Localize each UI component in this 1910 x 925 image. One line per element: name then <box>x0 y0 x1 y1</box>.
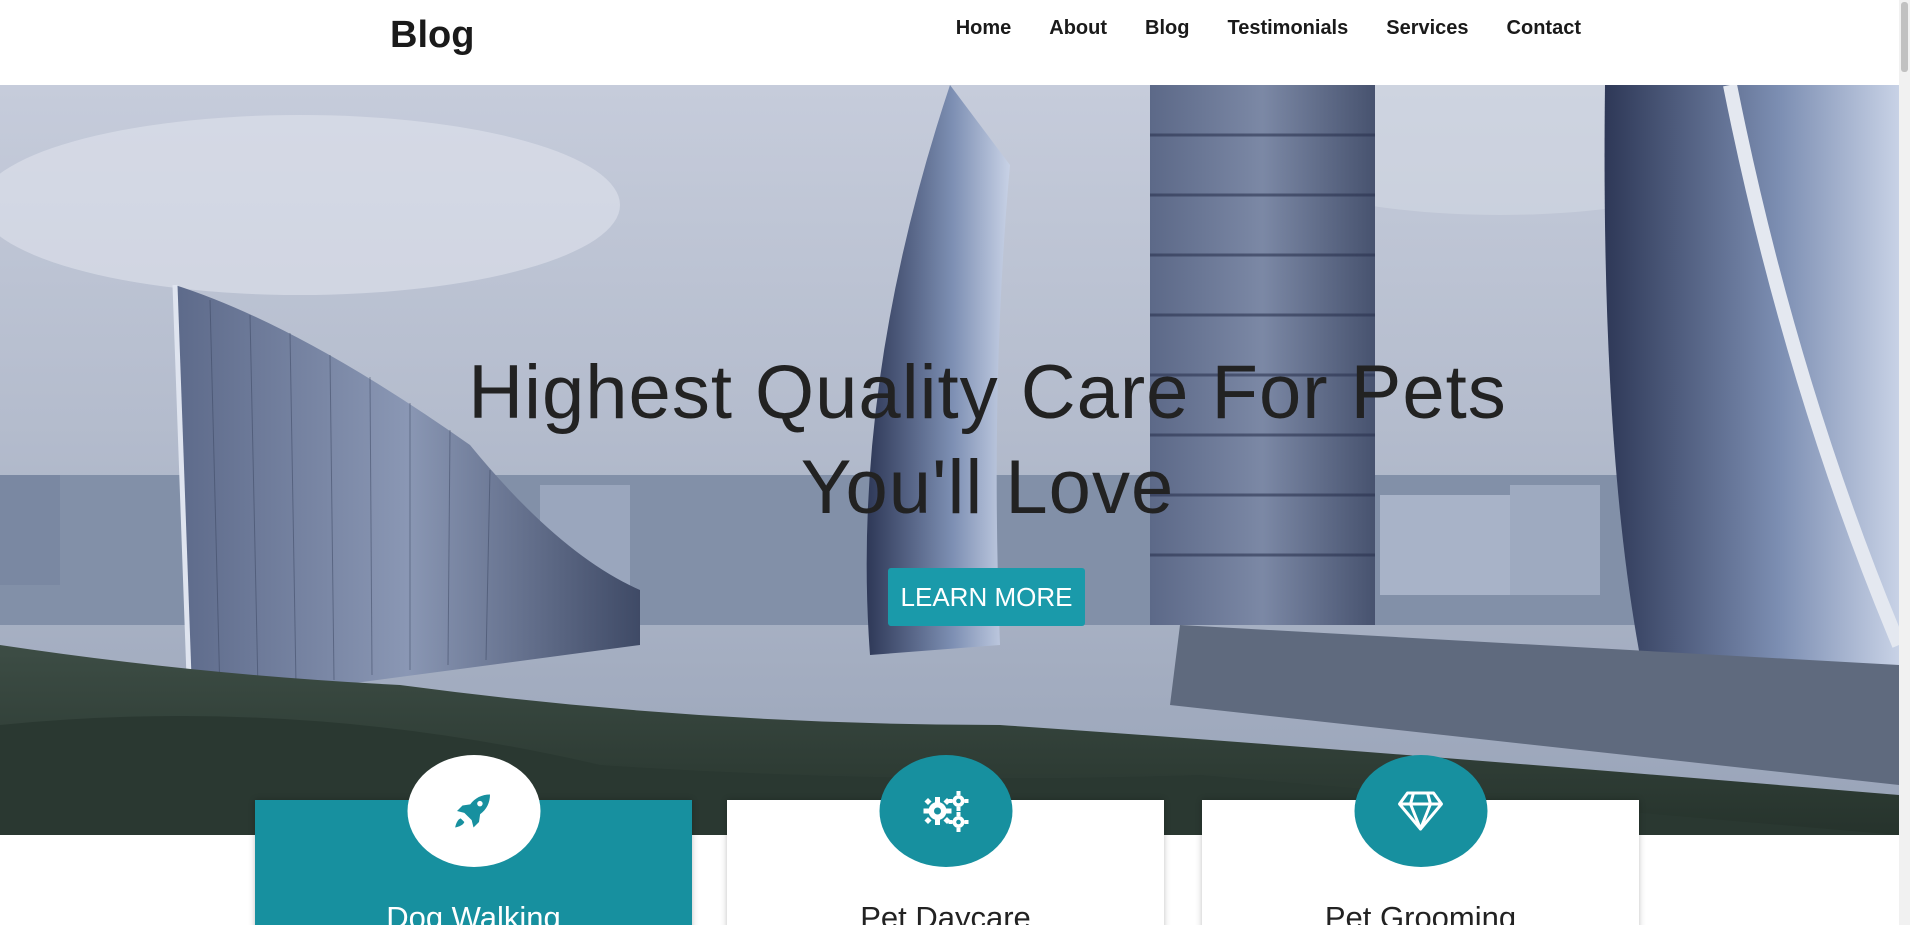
service-icon-circle <box>1354 755 1487 867</box>
diamond-icon <box>1398 791 1443 831</box>
hero-title-line-1: Highest Quality Care For Pets <box>468 350 1507 435</box>
nav-blog[interactable]: Blog <box>1145 17 1189 40</box>
scrollbar-thumb[interactable] <box>1901 2 1908 72</box>
hero-section: Highest Quality Care For Pets You'll Lov… <box>0 85 1899 835</box>
service-title: Dog Walking <box>386 900 561 925</box>
service-title: Pet Grooming <box>1324 900 1517 925</box>
main-nav: Home About Blog Testimonials Services Co… <box>956 17 1581 40</box>
nav-testimonials[interactable]: Testimonials <box>1227 17 1348 40</box>
service-icon-circle <box>879 755 1012 867</box>
nav-services[interactable]: Services <box>1386 17 1468 40</box>
nav-home[interactable]: Home <box>956 17 1012 40</box>
page-scrollbar[interactable] <box>1899 0 1910 925</box>
hero-title: Highest Quality Care For Pets You'll Lov… <box>0 345 1899 535</box>
gears-icon <box>923 791 969 832</box>
rocket-icon <box>455 794 490 828</box>
service-icon-circle <box>407 755 540 867</box>
brand-logo[interactable]: Blog <box>390 14 474 57</box>
service-card-dog-walking[interactable]: Dog Walking <box>255 755 692 925</box>
navbar: Blog Home About Blog Testimonials Servic… <box>0 0 1899 85</box>
service-title: Pet Daycare <box>860 900 1031 925</box>
nav-contact[interactable]: Contact <box>1507 17 1581 40</box>
service-card-pet-daycare[interactable]: Pet Daycare <box>727 755 1164 925</box>
learn-more-button[interactable]: LEARN MORE <box>888 568 1085 626</box>
hero-title-line-2: You'll Love <box>800 445 1175 530</box>
nav-about[interactable]: About <box>1049 17 1107 40</box>
service-card-pet-grooming[interactable]: Pet Grooming <box>1202 755 1639 925</box>
